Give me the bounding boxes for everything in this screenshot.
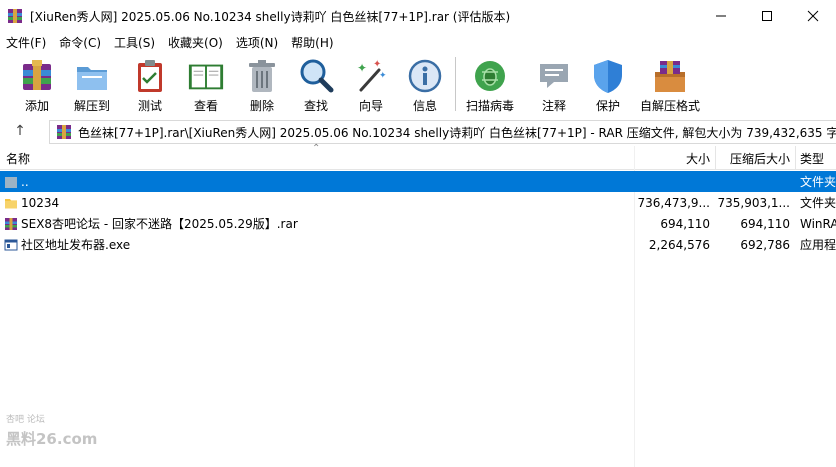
column-type[interactable]: 类型 [800,146,836,170]
list-header: ⌃ 名称 大小 压缩后大小 类型 [0,143,836,170]
menu-tools[interactable]: 工具(S) [108,34,162,51]
find-button[interactable]: 查找 [297,53,335,114]
protect-button[interactable]: 保护 [590,53,626,114]
sfx-box-icon [651,57,689,94]
path-text: 色丝袜[77+1P].rar\[XiuRen秀人网] 2025.05.06 No… [78,125,836,140]
title-bar: [XiuRen秀人网] 2025.05.06 No.10234 shelly诗莉… [0,0,836,32]
test-clipboard-icon [131,57,169,94]
menu-options[interactable]: 选项(N) [230,34,285,51]
folder-up-icon [4,175,18,189]
add-label: 添加 [24,99,49,113]
column-name-label: 名称 [6,151,31,166]
menu-favorites[interactable]: 收藏夹(O) [162,34,230,51]
add-archive-icon [18,57,56,94]
rar-file-icon [4,217,18,231]
comment-button[interactable]: 注释 [536,53,572,114]
list-row[interactable]: 社区地址发布器.exe 2,264,576 692,786 应用程 [0,234,836,255]
sfx-label: 自解压格式 [640,99,701,113]
winrar-app-icon[interactable] [7,8,23,24]
row-packed: 694,110 [740,216,790,231]
row-name: SEX8杏吧论坛 - 回家不迷路【2025.05.29版】.rar [21,217,298,231]
window-title: [XiuRen秀人网] 2025.05.06 No.10234 shelly诗莉… [30,9,511,24]
row-packed: 735,903,1... [717,195,790,210]
exe-file-icon [4,238,18,252]
row-size: 736,473,9... [637,195,710,210]
info-button[interactable]: 信息 [407,53,443,114]
list-row-parent[interactable]: .. 文件夹 [0,171,836,192]
column-type-label: 类型 [800,151,825,166]
row-type: 应用程 [800,238,836,252]
info-label: 信息 [412,99,437,113]
menu-commands[interactable]: 命令(C) [53,34,108,51]
column-name[interactable]: 名称 [6,146,626,170]
wizard-button[interactable]: ✦ ✦ ✦ 向导 [353,53,389,114]
row-size [636,171,710,192]
row-size: 2,264,576 [648,237,710,252]
comment-label: 注释 [541,99,566,113]
info-icon [406,57,444,94]
wizard-label: 向导 [358,99,383,113]
view-label: 查看 [193,99,218,113]
extract-to-button[interactable]: 解压到 [72,53,112,114]
row-packed: 692,786 [740,237,790,252]
file-list: .. 文件夹 10234 736,473,9... 735,903,1... 文… [0,171,836,255]
toolbar: 添加 解压到 测试 查看 删除 查找 ✦ ✦ ✦ 向导 信息 扫描病毒 注释 保… [0,53,836,114]
find-label: 查找 [303,99,328,113]
test-button[interactable]: 测试 [132,53,168,114]
magnifier-icon [297,57,335,94]
protect-label: 保护 [595,99,620,113]
row-name: 10234 [21,195,60,210]
virus-scan-icon [471,57,509,94]
svg-text:✦: ✦ [379,71,387,81]
maximize-button[interactable] [744,0,790,32]
svg-text:✦: ✦ [357,61,367,75]
view-book-icon [187,57,225,94]
minimize-button[interactable] [698,0,744,32]
add-button[interactable]: 添加 [18,53,56,114]
view-button[interactable]: 查看 [185,53,227,114]
list-row[interactable]: SEX8杏吧论坛 - 回家不迷路【2025.05.29版】.rar 694,11… [0,213,836,234]
svg-text:✦: ✦ [373,59,381,70]
close-button[interactable] [790,0,836,32]
menu-help[interactable]: 帮助(H) [285,34,340,51]
virus-scan-label: 扫描病毒 [465,99,514,113]
column-packed-label: 压缩后大小 [729,151,790,166]
virus-scan-button[interactable]: 扫描病毒 [465,53,515,114]
wizard-wand-icon: ✦ ✦ ✦ [352,57,390,94]
up-level-button[interactable]: ↑ [0,118,40,144]
list-row[interactable]: 10234 736,473,9... 735,903,1... 文件夹 [0,192,836,213]
test-label: 测试 [137,99,162,113]
extract-folder-icon [73,57,111,94]
watermark-logo: 黑料26.com [6,430,98,448]
column-divider[interactable] [795,146,796,170]
arrow-up-icon: ↑ [14,123,26,139]
column-packed[interactable]: 压缩后大小 [717,146,790,170]
row-size: 694,110 [660,216,710,231]
row-type: 文件夹 [800,175,836,189]
row-type: 文件夹 [800,196,836,210]
toolbar-separator [455,57,456,111]
delete-button[interactable]: 删除 [244,53,280,114]
trash-icon [243,57,281,94]
comment-icon [535,57,573,94]
sfx-button[interactable]: 自解压格式 [640,53,700,114]
path-field[interactable]: 色丝袜[77+1P].rar\[XiuRen秀人网] 2025.05.06 No… [49,120,836,144]
folder-icon [4,196,18,210]
column-size-label: 大小 [685,151,710,166]
row-packed [717,171,790,192]
extract-to-label: 解压到 [73,99,110,113]
row-type: WinRA [800,216,836,231]
column-size[interactable]: 大小 [636,146,710,170]
address-bar: ↑ 色丝袜[77+1P].rar\[XiuRen秀人网] 2025.05.06 … [0,118,836,144]
menu-file[interactable]: 文件(F) [0,34,53,51]
menu-bar: 文件(F) 命令(C) 工具(S) 收藏夹(O) 选项(N) 帮助(H) [0,32,836,52]
column-divider[interactable] [715,146,716,170]
rar-archive-icon [56,124,72,140]
row-name: 社区地址发布器.exe [21,238,131,252]
watermark-top: 杏吧 论坛 [6,415,45,425]
delete-label: 删除 [249,99,274,113]
shield-icon [589,57,627,94]
row-name: .. [21,174,29,189]
